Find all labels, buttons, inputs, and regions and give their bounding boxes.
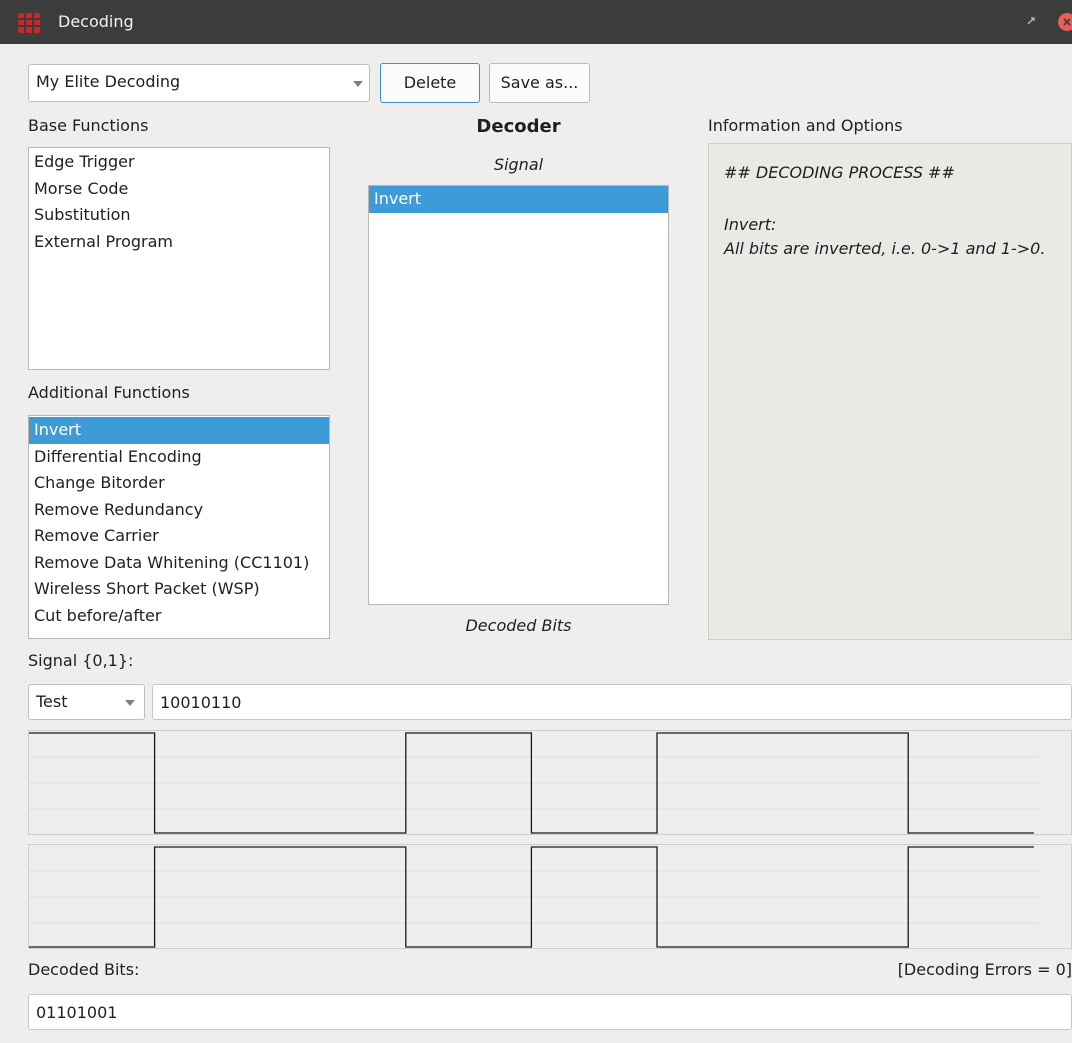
chevron-down-icon	[125, 700, 135, 706]
decoding-errors-label: [Decoding Errors = 0]	[897, 960, 1072, 979]
title-bar[interactable]: Decoding	[0, 0, 1072, 44]
additional-functions-heading: Additional Functions	[28, 383, 190, 402]
decoder-heading: Decoder	[476, 116, 561, 137]
list-item[interactable]: External Program	[29, 229, 329, 256]
list-item[interactable]: Remove Redundancy	[29, 497, 329, 524]
decoder-decoded-bits-label: Decoded Bits	[465, 616, 572, 635]
restore-icon[interactable]	[1025, 15, 1037, 27]
decoded-bits-value: 01101001	[36, 1003, 118, 1022]
window-title: Decoding	[58, 12, 134, 31]
app-icon	[18, 13, 40, 33]
signal-source-value: Test	[36, 692, 68, 711]
additional-functions-list[interactable]: Invert Differential Encoding Change Bito…	[28, 415, 330, 639]
delete-button[interactable]: Delete	[380, 63, 480, 103]
info-line: ## DECODING PROCESS ##	[724, 163, 955, 182]
info-heading: Information and Options	[708, 116, 903, 135]
list-item[interactable]: Morse Code	[29, 176, 329, 203]
input-waveform	[28, 730, 1072, 835]
list-item[interactable]: Invert	[29, 417, 329, 444]
list-item[interactable]: Remove Carrier	[29, 523, 329, 550]
decoder-signal-label: Signal	[493, 155, 544, 174]
close-icon[interactable]	[1058, 13, 1072, 31]
list-item[interactable]: Cut before/after	[29, 603, 329, 630]
decoder-chain-list[interactable]: Invert	[368, 185, 669, 605]
info-panel: ## DECODING PROCESS ## Invert: All bits …	[708, 143, 1072, 640]
decoder-chain-item[interactable]: Invert	[369, 186, 668, 213]
list-item[interactable]: Edge Trigger	[29, 149, 329, 176]
list-item[interactable]: Remove Data Whitening (CC1101)	[29, 550, 329, 577]
signal-input-value: 10010110	[160, 693, 242, 712]
decoded-bits-label: Decoded Bits:	[28, 960, 140, 979]
info-line: All bits are inverted, i.e. 0->1 and 1->…	[724, 239, 1046, 258]
signal-input[interactable]: 10010110	[152, 684, 1072, 720]
signal-source-select[interactable]: Test	[28, 684, 145, 720]
decoding-select-value: My Elite Decoding	[36, 72, 181, 91]
base-functions-heading: Base Functions	[28, 116, 149, 135]
list-item[interactable]: Wireless Short Packet (WSP)	[29, 576, 329, 603]
list-item[interactable]: Change Bitorder	[29, 470, 329, 497]
signal-label: Signal {0,1}:	[28, 651, 134, 670]
decoded-bits-field[interactable]: 01101001	[28, 994, 1072, 1030]
base-functions-list[interactable]: Edge Trigger Morse Code Substitution Ext…	[28, 147, 330, 370]
list-item[interactable]: Substitution	[29, 202, 329, 229]
chevron-down-icon	[353, 81, 363, 87]
info-line: Invert:	[724, 215, 777, 234]
output-waveform	[28, 844, 1072, 949]
save-as-button[interactable]: Save as...	[489, 63, 590, 103]
list-item[interactable]: Differential Encoding	[29, 444, 329, 471]
decoding-select[interactable]: My Elite Decoding	[28, 64, 370, 102]
